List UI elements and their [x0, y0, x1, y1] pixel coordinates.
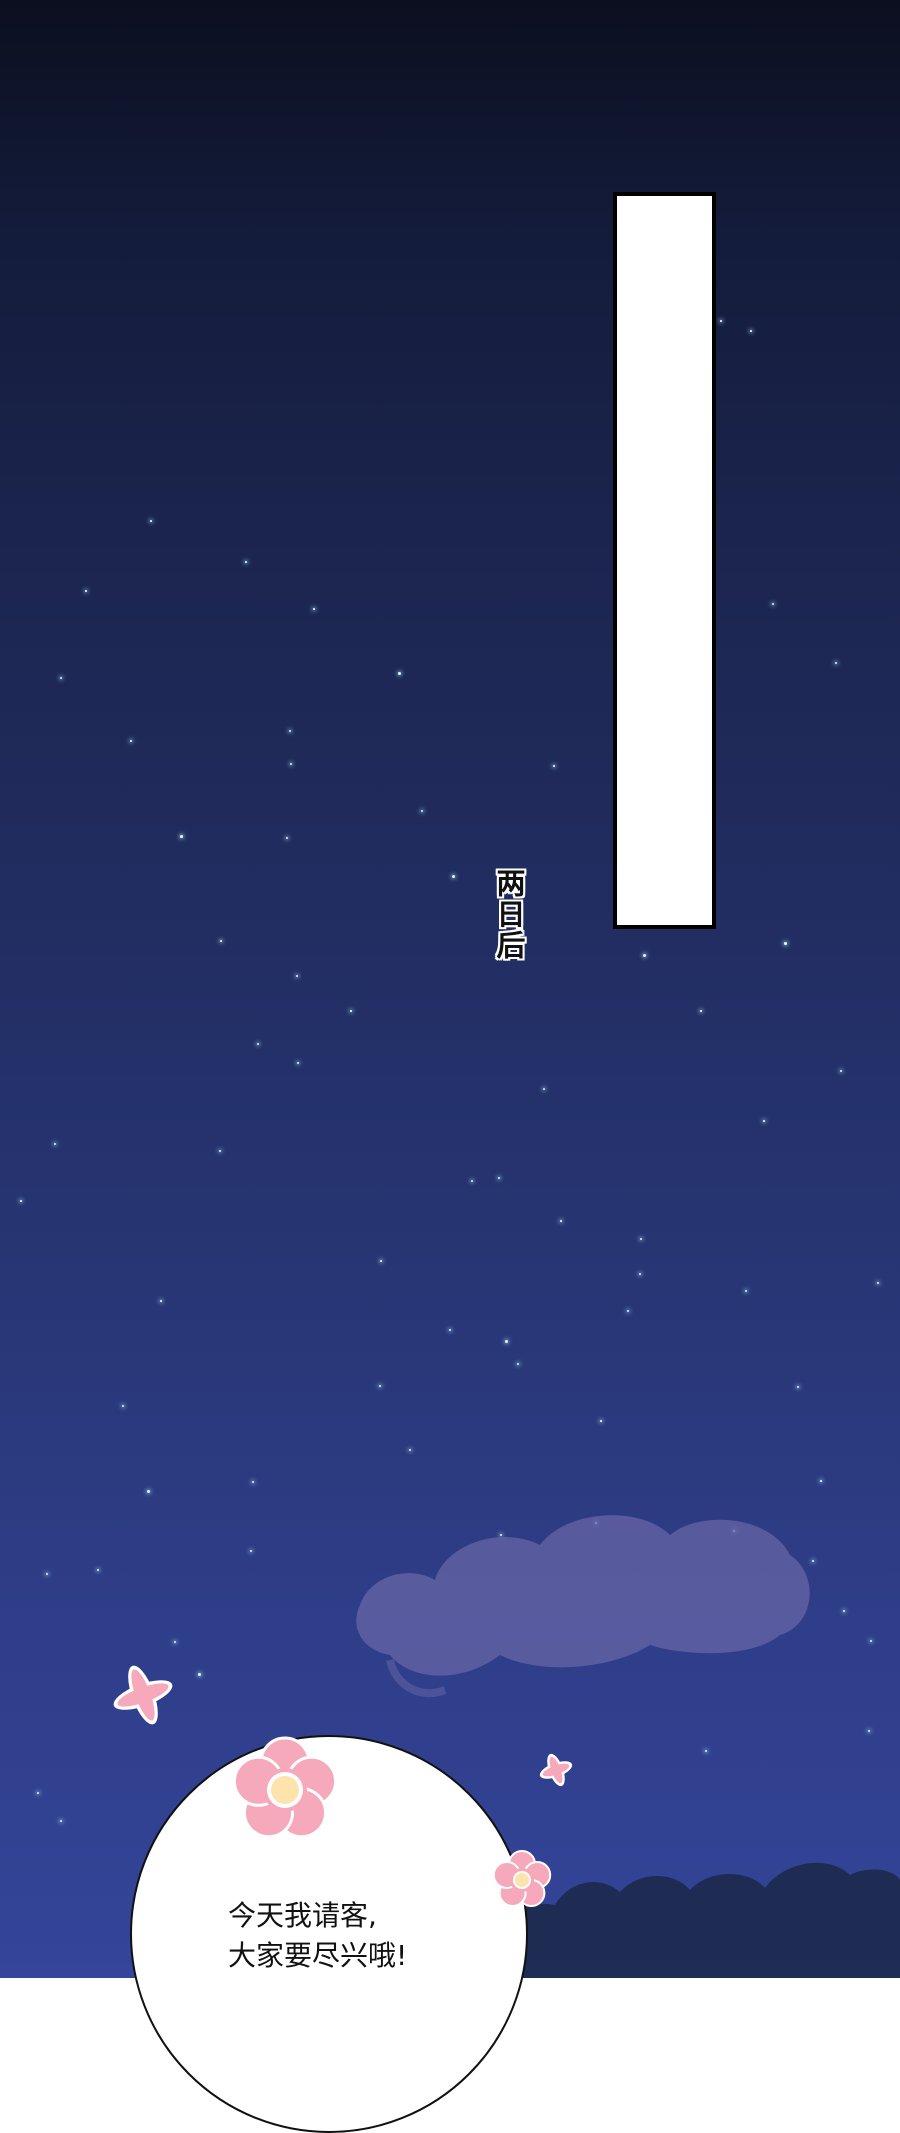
sparkle-star: [409, 1449, 411, 1451]
blank-panel: [613, 192, 716, 929]
sparkle-star: [877, 1282, 879, 1284]
sparkle-star: [505, 1340, 508, 1343]
sparkle-star: [449, 1329, 451, 1331]
sparkle-star: [289, 730, 291, 732]
sparkle-star: [843, 1610, 845, 1612]
cross-petal-icon: [539, 1753, 573, 1787]
sparkle-star: [870, 1640, 872, 1642]
cross-petal-icon: [113, 1665, 173, 1725]
speech-line-1: 今天我请客,: [228, 1899, 377, 1932]
sparkle-star: [643, 954, 646, 957]
sparkle-star: [350, 1010, 352, 1012]
sparkle-star: [198, 1673, 201, 1676]
sparkle-star: [85, 590, 87, 592]
panel-caption: 两日后: [492, 868, 526, 961]
sparkle-star: [37, 1792, 39, 1794]
sparkle-star: [398, 672, 401, 675]
sparkle-star: [820, 1480, 822, 1482]
sparkle-star: [868, 1730, 870, 1732]
tree-silhouette: [500, 1863, 900, 1978]
sparkle-star: [122, 1405, 124, 1407]
sparkle-star: [313, 608, 315, 610]
sparkle-star: [517, 1363, 519, 1365]
sparkle-star: [705, 1750, 707, 1752]
sparkle-star: [700, 1010, 702, 1012]
sparkle-star: [220, 940, 222, 942]
sparkle-star: [250, 1550, 252, 1552]
sparkle-star: [174, 1641, 176, 1643]
sparkle-star: [147, 1490, 150, 1493]
sparkle-star: [97, 1569, 99, 1571]
flower-icon: [492, 1850, 552, 1907]
sparkle-star: [290, 763, 292, 765]
sparkle-star: [20, 1200, 22, 1202]
sparkle-star: [840, 1070, 842, 1072]
sparkle-star: [245, 561, 247, 563]
sparkle-star: [498, 1177, 500, 1179]
sparkle-star: [553, 765, 555, 767]
sparkle-star: [763, 1120, 765, 1122]
sparkle-star: [720, 320, 722, 322]
sparkle-star: [640, 1238, 642, 1240]
sparkle-star: [452, 875, 455, 878]
cloud-shape: [356, 1515, 810, 1698]
sparkle-star: [543, 1088, 545, 1090]
sparkle-star: [471, 1180, 473, 1182]
sparkle-star: [160, 1300, 162, 1302]
sparkle-star: [627, 1310, 629, 1312]
sparkle-star: [797, 1386, 799, 1388]
sparkle-star: [750, 330, 752, 332]
sparkle-star: [150, 520, 152, 522]
sparkle-star: [286, 837, 288, 839]
flower-icon: [232, 1736, 338, 1839]
sparkle-star: [257, 1043, 259, 1045]
sparkle-star: [297, 1062, 299, 1064]
sparkle-star: [296, 975, 298, 977]
sparkle-star: [745, 1290, 747, 1292]
sparkle-star: [560, 1220, 562, 1222]
speech-line-2: 大家要尽兴哦!: [228, 1939, 408, 1972]
sparkle-star: [835, 662, 837, 664]
sparkle-star: [60, 677, 62, 679]
sparkle-star: [639, 1273, 641, 1275]
sparkle-star: [54, 1143, 56, 1145]
sparkle-star: [60, 1820, 62, 1822]
sparkle-star: [421, 810, 423, 812]
sparkle-star: [46, 1573, 48, 1575]
sparkle-star: [772, 603, 774, 605]
speech-bubble-text: 今天我请客, 大家要尽兴哦!: [228, 1896, 488, 1976]
sparkle-star: [219, 1150, 221, 1152]
sparkle-star: [252, 1481, 254, 1483]
sparkle-star: [130, 740, 132, 742]
sparkle-star: [600, 1420, 602, 1422]
sparkle-star: [784, 942, 787, 945]
sparkle-star: [380, 1260, 382, 1262]
sparkle-star: [379, 1385, 381, 1387]
sparkle-star: [180, 835, 183, 838]
